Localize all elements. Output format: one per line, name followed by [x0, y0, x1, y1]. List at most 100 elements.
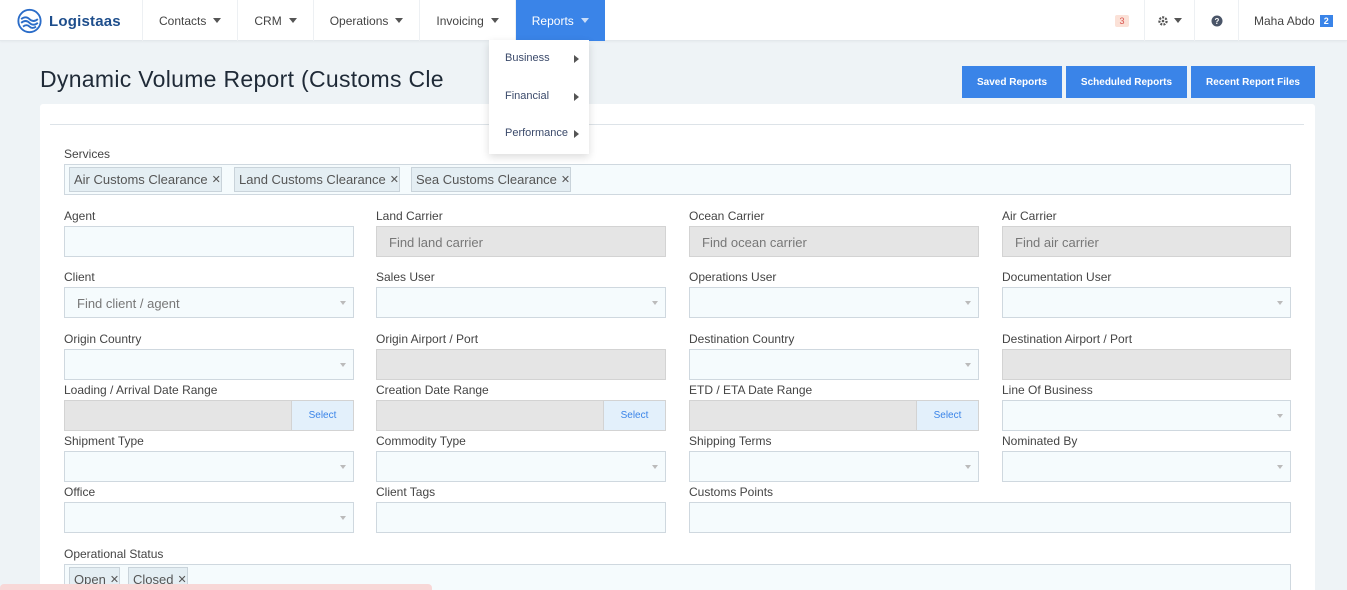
nav-invoicing[interactable]: Invoicing [419, 0, 514, 41]
nav-crm[interactable]: CRM [237, 0, 312, 41]
etd-date-input[interactable]: Select [689, 400, 979, 431]
user-badge: 2 [1319, 14, 1333, 27]
air-carrier-input[interactable]: Find air carrier [1002, 226, 1291, 257]
user-name: Maha Abdo [1254, 13, 1315, 28]
chevron-down-icon [288, 18, 297, 23]
documentation-user-label: Documentation User [1002, 270, 1112, 284]
chevron-down-icon [340, 363, 346, 367]
menu-item-business-label: Business [505, 52, 550, 64]
service-tag-label: Land Customs Clearance [239, 172, 386, 187]
menu-item-business[interactable]: Business [505, 52, 579, 64]
scheduled-reports-button[interactable]: Scheduled Reports [1066, 66, 1187, 98]
chevron-down-icon [340, 516, 346, 520]
chevron-down-icon [490, 18, 499, 23]
menu-item-performance[interactable]: Performance [505, 127, 579, 139]
service-tag: Land Customs Clearance ✕ [234, 167, 400, 192]
chevron-down-icon [965, 465, 971, 469]
air-carrier-label: Air Carrier [1002, 209, 1057, 223]
top-navbar: Logistaas Contacts CRM Operations Invoic… [0, 0, 1347, 41]
nominated-by-select[interactable] [1002, 451, 1291, 482]
chevron-down-icon [340, 465, 346, 469]
page-title: Dynamic Volume Report (Customs Cle [40, 66, 444, 92]
settings-button[interactable] [1144, 0, 1194, 41]
line-of-business-select[interactable] [1002, 400, 1291, 431]
chevron-down-icon [1174, 18, 1182, 23]
service-tag: Air Customs Clearance ✕ [69, 167, 222, 192]
operations-user-select[interactable] [689, 287, 979, 318]
user-menu[interactable]: Maha Abdo 2 [1238, 0, 1347, 41]
customs-points-input[interactable] [689, 502, 1291, 533]
help-button[interactable]: ? [1194, 0, 1238, 41]
menu-item-financial-label: Financial [505, 90, 550, 102]
destination-country-select[interactable] [689, 349, 979, 380]
ocean-carrier-input[interactable]: Find ocean carrier [689, 226, 979, 257]
origin-port-input[interactable] [376, 349, 666, 380]
client-placeholder: Find client / agent [77, 296, 180, 311]
nav-contacts[interactable]: Contacts [142, 0, 237, 41]
logo-icon [17, 8, 42, 34]
chevron-down-icon [1277, 465, 1283, 469]
chevron-down-icon [1277, 301, 1283, 305]
sales-user-label: Sales User [376, 270, 435, 284]
ocean-carrier-placeholder: Find ocean carrier [702, 235, 807, 250]
reports-dropdown: Business Financial Performance [489, 40, 589, 154]
agent-label: Agent [64, 209, 96, 223]
chevron-down-icon [340, 301, 346, 305]
logo[interactable]: Logistaas [16, 8, 121, 34]
notifications-button[interactable]: 3 [1100, 0, 1144, 41]
nav-reports-label: Reports [531, 13, 574, 28]
documentation-user-select[interactable] [1002, 287, 1291, 318]
shipping-terms-label: Shipping Terms [689, 434, 772, 448]
air-carrier-placeholder: Find air carrier [1015, 235, 1099, 250]
agent-input[interactable] [64, 226, 354, 257]
chevron-down-icon [652, 301, 658, 305]
ocean-carrier-label: Ocean Carrier [689, 209, 765, 223]
etd-date-select-button[interactable]: Select [916, 401, 978, 430]
services-multiselect[interactable]: Air Customs Clearance ✕ Land Customs Clea… [64, 164, 1291, 195]
land-carrier-input[interactable]: Find land carrier [376, 226, 666, 257]
commodity-type-select[interactable] [376, 451, 666, 482]
operational-status-label: Operational Status [64, 547, 164, 561]
client-select[interactable]: Find client / agent [64, 287, 354, 318]
chevron-down-icon [965, 363, 971, 367]
chevron-down-icon [965, 301, 971, 305]
destination-port-label: Destination Airport / Port [1002, 332, 1133, 346]
creation-date-select-button[interactable]: Select [603, 401, 665, 430]
loading-date-select-button[interactable]: Select [291, 401, 353, 430]
destination-port-input[interactable] [1002, 349, 1291, 380]
client-label: Client [64, 270, 95, 284]
remove-tag-icon[interactable]: ✕ [390, 173, 399, 186]
svg-text:?: ? [1214, 17, 1219, 26]
office-label: Office [64, 485, 96, 499]
shipping-terms-select[interactable] [689, 451, 979, 482]
remove-tag-icon[interactable]: ✕ [212, 173, 221, 186]
shipment-type-label: Shipment Type [64, 434, 144, 448]
client-tags-input[interactable] [376, 502, 666, 533]
recent-report-files-button[interactable]: Recent Report Files [1191, 66, 1315, 98]
loading-date-input[interactable]: Select [64, 400, 354, 431]
brand-name: Logistaas [49, 12, 121, 30]
sales-user-select[interactable] [376, 287, 666, 318]
menu-item-financial[interactable]: Financial [505, 90, 579, 102]
gear-icon [1158, 15, 1168, 26]
chevron-down-icon [580, 18, 589, 23]
destination-country-label: Destination Country [689, 332, 795, 346]
notifications-badge: 3 [1115, 14, 1129, 27]
notification-toast [0, 584, 432, 590]
nav-crm-label: CRM [254, 13, 282, 28]
nav-reports[interactable]: Reports [514, 0, 605, 41]
nav-operations[interactable]: Operations [312, 0, 420, 41]
service-tag-label: Sea Customs Clearance [416, 172, 557, 187]
chevron-down-icon [1277, 414, 1283, 418]
shipment-type-select[interactable] [64, 451, 354, 482]
etd-date-label: ETD / ETA Date Range [689, 383, 813, 397]
remove-tag-icon[interactable]: ✕ [561, 173, 570, 186]
creation-date-label: Creation Date Range [376, 383, 489, 397]
creation-date-input[interactable]: Select [376, 400, 666, 431]
origin-country-select[interactable] [64, 349, 354, 380]
customs-points-label: Customs Points [689, 485, 774, 499]
office-select[interactable] [64, 502, 354, 533]
menu-item-performance-label: Performance [505, 127, 568, 139]
line-of-business-label: Line Of Business [1002, 383, 1093, 397]
saved-reports-button[interactable]: Saved Reports [962, 66, 1062, 98]
